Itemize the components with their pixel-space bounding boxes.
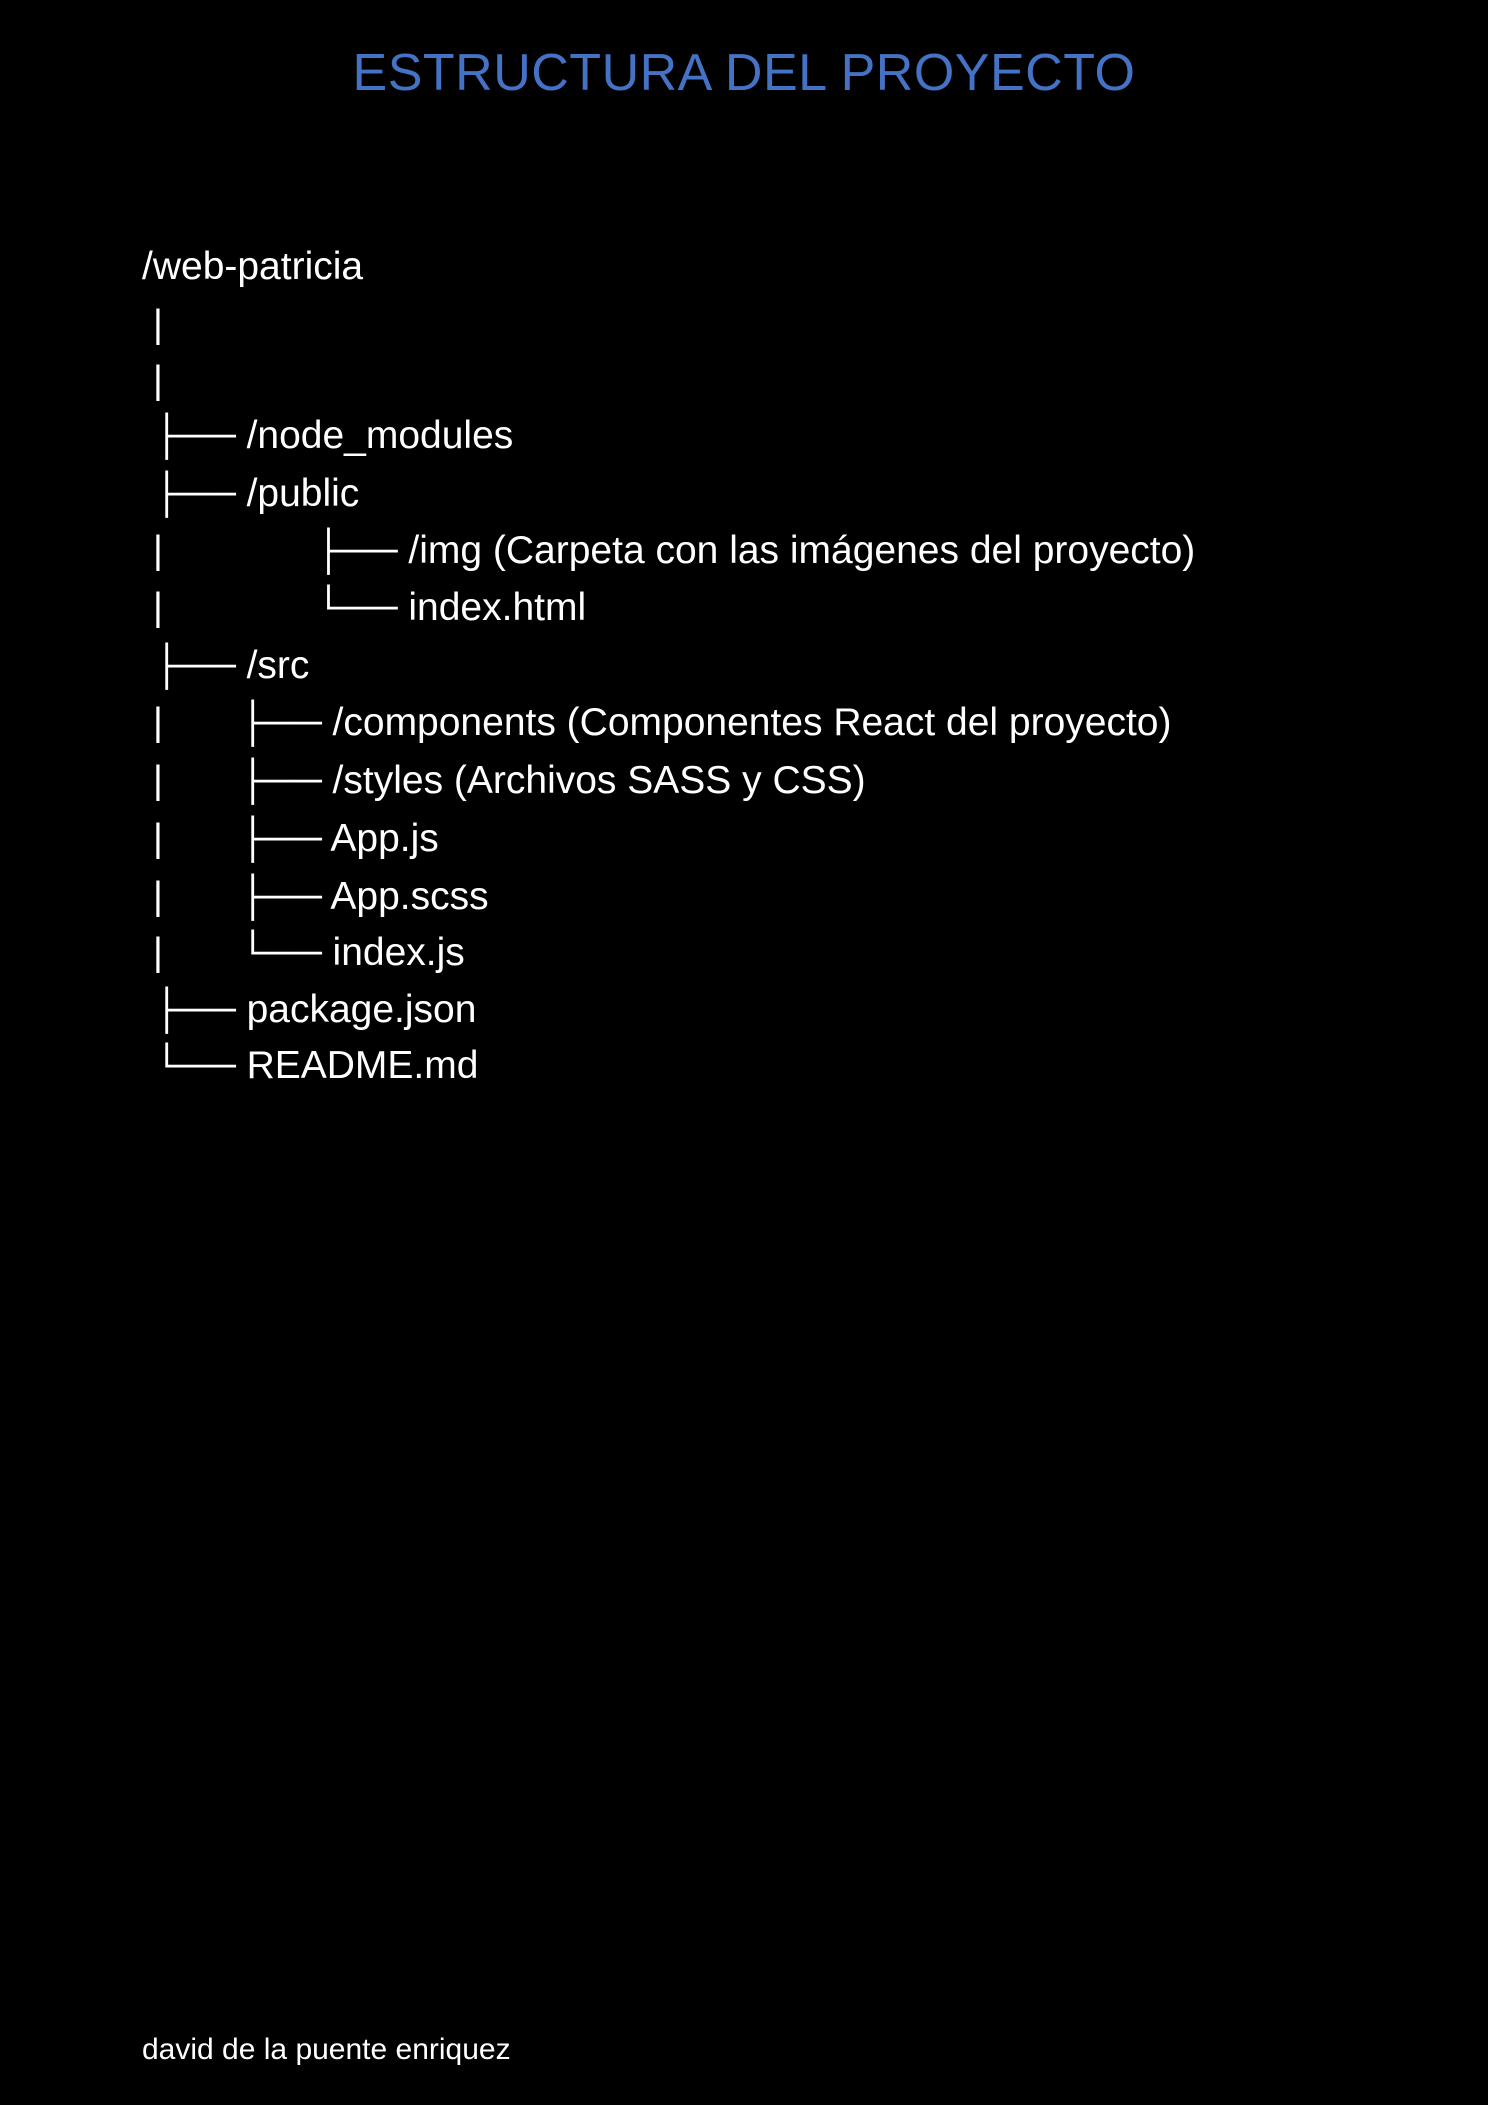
tree-line-connector: | [142,303,163,346]
tree-line-index-js: | └── index.js [142,931,465,974]
tree-line-root: /web-patricia [142,245,364,288]
tree-line-src: ├── /src [142,644,310,687]
tree-line-index-html: | └── index.html [142,586,587,629]
document-page: ESTRUCTURA DEL PROYECTO /web-patricia | … [0,0,1488,2105]
tree-line-package-json: ├── package.json [142,988,477,1031]
tree-line-styles: | ├── /styles (Archivos SASS y CSS) [142,759,866,802]
tree-line-node-modules: ├── /node_modules [142,414,514,457]
tree-line-app-scss: | ├── App.scss [142,875,489,918]
tree-line-readme: └── README.md [142,1044,479,1087]
page-title: ESTRUCTURA DEL PROYECTO [352,44,1136,102]
tree-line-components: | ├── /components (Componentes React del… [142,701,1172,744]
tree-line-app-js: | ├── App.js [142,817,439,860]
tree-line-public: ├── /public [142,472,360,515]
tree-line-img: | ├── /img (Carpeta con las imágenes del… [142,529,1196,572]
tree-line-connector: | [142,359,163,402]
author-footer: david de la puente enriquez [142,2033,511,2066]
